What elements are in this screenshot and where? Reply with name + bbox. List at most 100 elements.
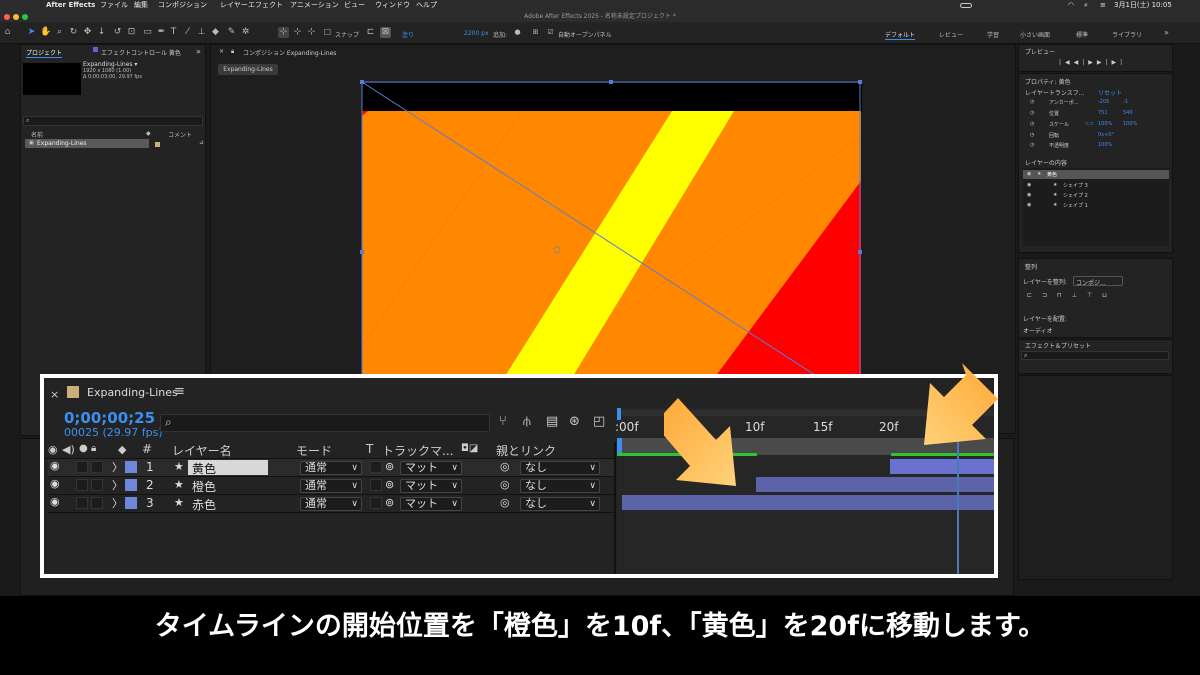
dolly-tool-icon[interactable]: ↓: [96, 27, 107, 38]
rotate-tool-icon[interactable]: ↺: [112, 27, 123, 38]
parent-dropdown[interactable]: なし ∨: [520, 461, 600, 475]
type-tool-icon[interactable]: T: [168, 27, 179, 38]
zoom-window-icon[interactable]: [22, 14, 28, 20]
motion-blur-icon[interactable]: ⊛: [569, 414, 580, 429]
snap-features-icon[interactable]: ⊠: [380, 27, 391, 38]
lock-switch[interactable]: [91, 497, 103, 509]
track-matte-dropdown[interactable]: マット ∨: [400, 479, 462, 493]
blend-mode-dropdown[interactable]: 通常 ∨: [300, 479, 362, 493]
menu-view[interactable]: ビュー: [344, 0, 365, 11]
label-col-icon[interactable]: ◆: [146, 130, 151, 137]
constrain-proportions-icon[interactable]: ⊂⊃: [1085, 121, 1093, 127]
workspace-review[interactable]: レビュー: [939, 30, 963, 39]
audio-label[interactable]: オーディオ: [1023, 326, 1053, 335]
solo-switch[interactable]: [76, 479, 88, 491]
prop-anchor-x[interactable]: -205: [1098, 99, 1109, 105]
orbit-tool-icon[interactable]: ↻: [68, 27, 79, 38]
close-icon[interactable]: ×: [219, 48, 224, 55]
fill-label[interactable]: 塗り: [402, 30, 414, 39]
prop-scale-x[interactable]: 100%: [1098, 121, 1112, 127]
stroke-width-value[interactable]: 2200 px: [464, 30, 489, 37]
eye-icon[interactable]: ◉: [1027, 192, 1031, 198]
work-area-start-handle[interactable]: [617, 408, 621, 420]
handle-middle-right[interactable]: [858, 250, 862, 254]
parent-pickwhip-icon[interactable]: ◎: [500, 478, 510, 491]
close-window-icon[interactable]: [4, 14, 10, 20]
parent-dropdown[interactable]: なし ∨: [520, 497, 600, 511]
audio-header-icon[interactable]: ◀): [62, 443, 75, 456]
add-label[interactable]: 追加:: [493, 30, 507, 39]
stopwatch-icon[interactable]: ◷: [1030, 142, 1034, 148]
contents-item-shape2[interactable]: シェイプ 2: [1063, 192, 1088, 199]
workspace-standard[interactable]: 標準: [1076, 30, 1088, 39]
roto-brush-tool-icon[interactable]: ✎: [226, 27, 237, 38]
layer-transform-label[interactable]: レイヤートランスフ...: [1025, 88, 1084, 97]
hand-tool-icon[interactable]: ✋: [40, 27, 51, 38]
workspace-default[interactable]: デフォルト: [885, 30, 916, 40]
track-matte-column-header[interactable]: トラックマ...: [382, 442, 453, 459]
prop-position-y[interactable]: 540: [1123, 110, 1133, 116]
pen-tool-icon[interactable]: ✒: [156, 27, 167, 38]
puppet-tool-icon[interactable]: ✲: [240, 27, 251, 38]
layer-name-field[interactable]: 黄色: [188, 460, 268, 476]
pan-behind-tool-icon[interactable]: ⊡: [126, 27, 137, 38]
menu-help[interactable]: ヘルプ: [416, 0, 437, 11]
lock-header-icon[interactable]: 🔒︎: [91, 443, 96, 454]
timeline-comp-tab[interactable]: Expanding-Lines: [87, 386, 178, 399]
stopwatch-icon[interactable]: ◷: [1030, 121, 1034, 127]
workspace-overflow-icon[interactable]: »: [1164, 28, 1169, 37]
contents-item-selected[interactable]: [1023, 170, 1169, 179]
panel-overflow-icon[interactable]: »: [196, 47, 201, 56]
playback-controls-icon[interactable]: |◀◀|▶▶|▶|: [1059, 59, 1126, 66]
eye-icon[interactable]: ◉: [1027, 171, 1031, 177]
eye-icon[interactable]: ◉: [1027, 202, 1031, 208]
menu-window[interactable]: ウィンドウ: [375, 0, 410, 11]
label-header-icon[interactable]: ◆: [118, 443, 126, 456]
handle-top-right[interactable]: [858, 80, 862, 84]
lock-switch[interactable]: [91, 461, 103, 473]
preserve-transparency-switch[interactable]: [370, 479, 382, 491]
project-item-row[interactable]: ▣ Expanding-Lines: [25, 139, 149, 148]
layer-label-swatch[interactable]: [125, 461, 137, 473]
project-tab[interactable]: プロジェクト: [26, 48, 63, 58]
comp-viewer-tab[interactable]: Expanding-Lines: [218, 64, 278, 75]
add-menu-icon[interactable]: ●: [512, 27, 523, 38]
panel-menu-icon[interactable]: ≡: [174, 384, 185, 399]
eraser-tool-icon[interactable]: ◆: [210, 27, 221, 38]
menu-file[interactable]: ファイル: [100, 0, 128, 11]
close-icon[interactable]: ×: [50, 388, 59, 401]
switches-header-icon[interactable]: ◘◪: [461, 443, 478, 454]
solo-header-icon[interactable]: ●: [79, 443, 88, 454]
col-name-header[interactable]: 名前: [31, 130, 43, 139]
shy-layers-icon[interactable]: ▤: [546, 414, 558, 429]
menu-layer[interactable]: レイヤー: [220, 0, 248, 11]
layer-row[interactable]: ◉ 〉 1 ★ 黄色 通常 ∨ ⊚ マット ∨ ◎ なし ∨: [48, 459, 614, 477]
parent-dropdown[interactable]: なし ∨: [520, 479, 600, 493]
blend-mode-dropdown[interactable]: 通常 ∨: [300, 461, 362, 475]
menu-effect[interactable]: エフェクト: [248, 0, 283, 11]
preserve-transparency-switch[interactable]: [370, 497, 382, 509]
view-axis-icon[interactable]: ⊹: [306, 27, 317, 38]
brush-tool-icon[interactable]: ⁄: [182, 27, 193, 38]
av-eye-header-icon[interactable]: ◉: [48, 443, 58, 456]
blend-mode-dropdown[interactable]: 通常 ∨: [300, 497, 362, 511]
solo-switch[interactable]: [76, 461, 88, 473]
effects-search-input[interactable]: ⌕: [1021, 351, 1169, 360]
label-color-swatch[interactable]: [155, 142, 160, 147]
reset-link[interactable]: リセット: [1098, 88, 1122, 97]
eye-icon[interactable]: ◉: [1027, 182, 1031, 188]
layer-name[interactable]: 橙色: [192, 478, 216, 495]
world-axis-icon[interactable]: ⊹: [292, 27, 303, 38]
prop-position-x[interactable]: 751: [1098, 110, 1108, 116]
auto-open-checkbox-icon[interactable]: ☑: [545, 27, 556, 38]
comp-name[interactable]: Expanding-Lines ▾: [83, 61, 137, 68]
minimize-window-icon[interactable]: [13, 14, 19, 20]
comp-flowchart-icon[interactable]: ⑂: [499, 414, 507, 429]
timeline-search-input[interactable]: ⌕: [160, 414, 490, 432]
wifi-icon[interactable]: ◠: [1068, 0, 1074, 11]
preserve-transparency-switch[interactable]: [370, 461, 382, 473]
clone-stamp-tool-icon[interactable]: ⊥: [196, 27, 207, 38]
zoom-tool-icon[interactable]: ⌕: [54, 27, 65, 38]
pan-tool-icon[interactable]: ✥: [82, 27, 93, 38]
current-timecode[interactable]: 0;00;00;25: [64, 409, 155, 427]
